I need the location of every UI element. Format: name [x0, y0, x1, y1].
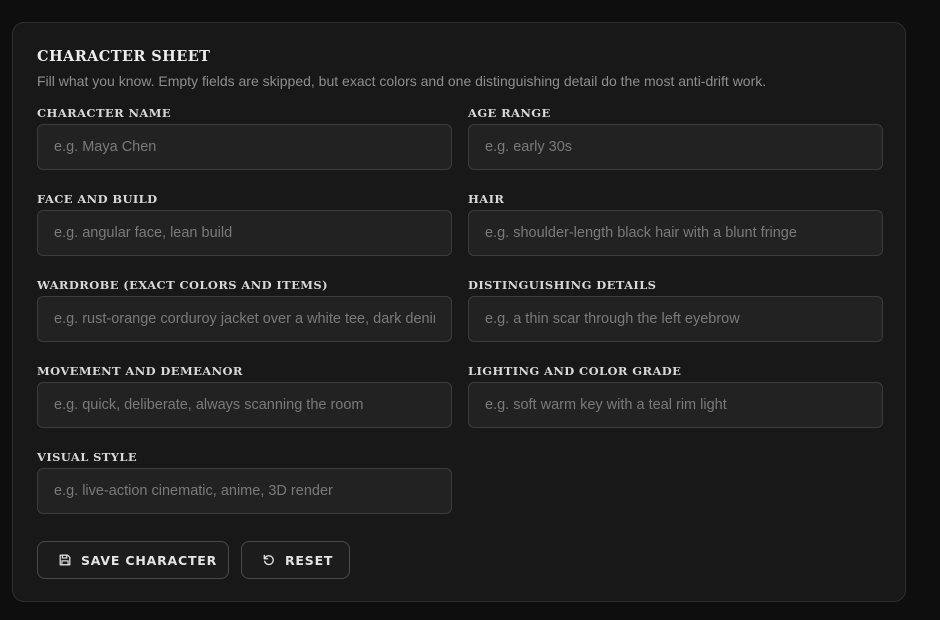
lighting-label: LIGHTING AND COLOR GRADE — [468, 364, 682, 378]
save-icon — [59, 554, 71, 566]
face-build-field: FACE AND BUILD — [37, 192, 452, 256]
face-build-input[interactable] — [37, 210, 452, 256]
distinguishing-details-field: DISTINGUISHING DETAILS — [468, 278, 883, 342]
character-name-field: CHARACTER NAME — [37, 106, 452, 170]
character-name-label: CHARACTER NAME — [37, 106, 171, 120]
distinguishing-details-label: DISTINGUISHING DETAILS — [468, 278, 657, 292]
save-character-label: SAVE CHARACTER — [81, 552, 218, 568]
movement-field: MOVEMENT AND DEMEANOR — [37, 364, 452, 428]
movement-label: MOVEMENT AND DEMEANOR — [37, 364, 243, 378]
lighting-input[interactable] — [468, 382, 883, 428]
age-range-label: AGE RANGE — [468, 106, 551, 120]
wardrobe-label: WARDROBE (EXACT COLORS AND ITEMS) — [37, 278, 328, 292]
character-name-input[interactable] — [37, 124, 452, 170]
character-sheet-card: CHARACTER SHEET Fill what you know. Empt… — [12, 22, 906, 602]
hair-label: HAIR — [468, 192, 505, 206]
hair-field: HAIR — [468, 192, 883, 256]
lighting-field: LIGHTING AND COLOR GRADE — [468, 364, 883, 428]
visual-style-input[interactable] — [37, 468, 452, 514]
distinguishing-details-input[interactable] — [468, 296, 883, 342]
save-character-button[interactable]: SAVE CHARACTER — [37, 541, 229, 579]
movement-input[interactable] — [37, 382, 452, 428]
form-title: CHARACTER SHEET — [37, 48, 211, 65]
visual-style-field: VISUAL STYLE — [37, 450, 452, 514]
reset-button[interactable]: RESET — [241, 541, 350, 579]
age-range-input[interactable] — [468, 124, 883, 170]
wardrobe-field: WARDROBE (EXACT COLORS AND ITEMS) — [37, 278, 452, 342]
face-build-label: FACE AND BUILD — [37, 192, 158, 206]
reset-label: RESET — [285, 552, 334, 568]
form-subtitle: Fill what you know. Empty fields are ski… — [37, 73, 767, 89]
visual-style-label: VISUAL STYLE — [37, 450, 138, 464]
reset-icon — [263, 554, 274, 566]
hair-input[interactable] — [468, 210, 883, 256]
age-range-field: AGE RANGE — [468, 106, 883, 170]
wardrobe-input[interactable] — [37, 296, 452, 342]
